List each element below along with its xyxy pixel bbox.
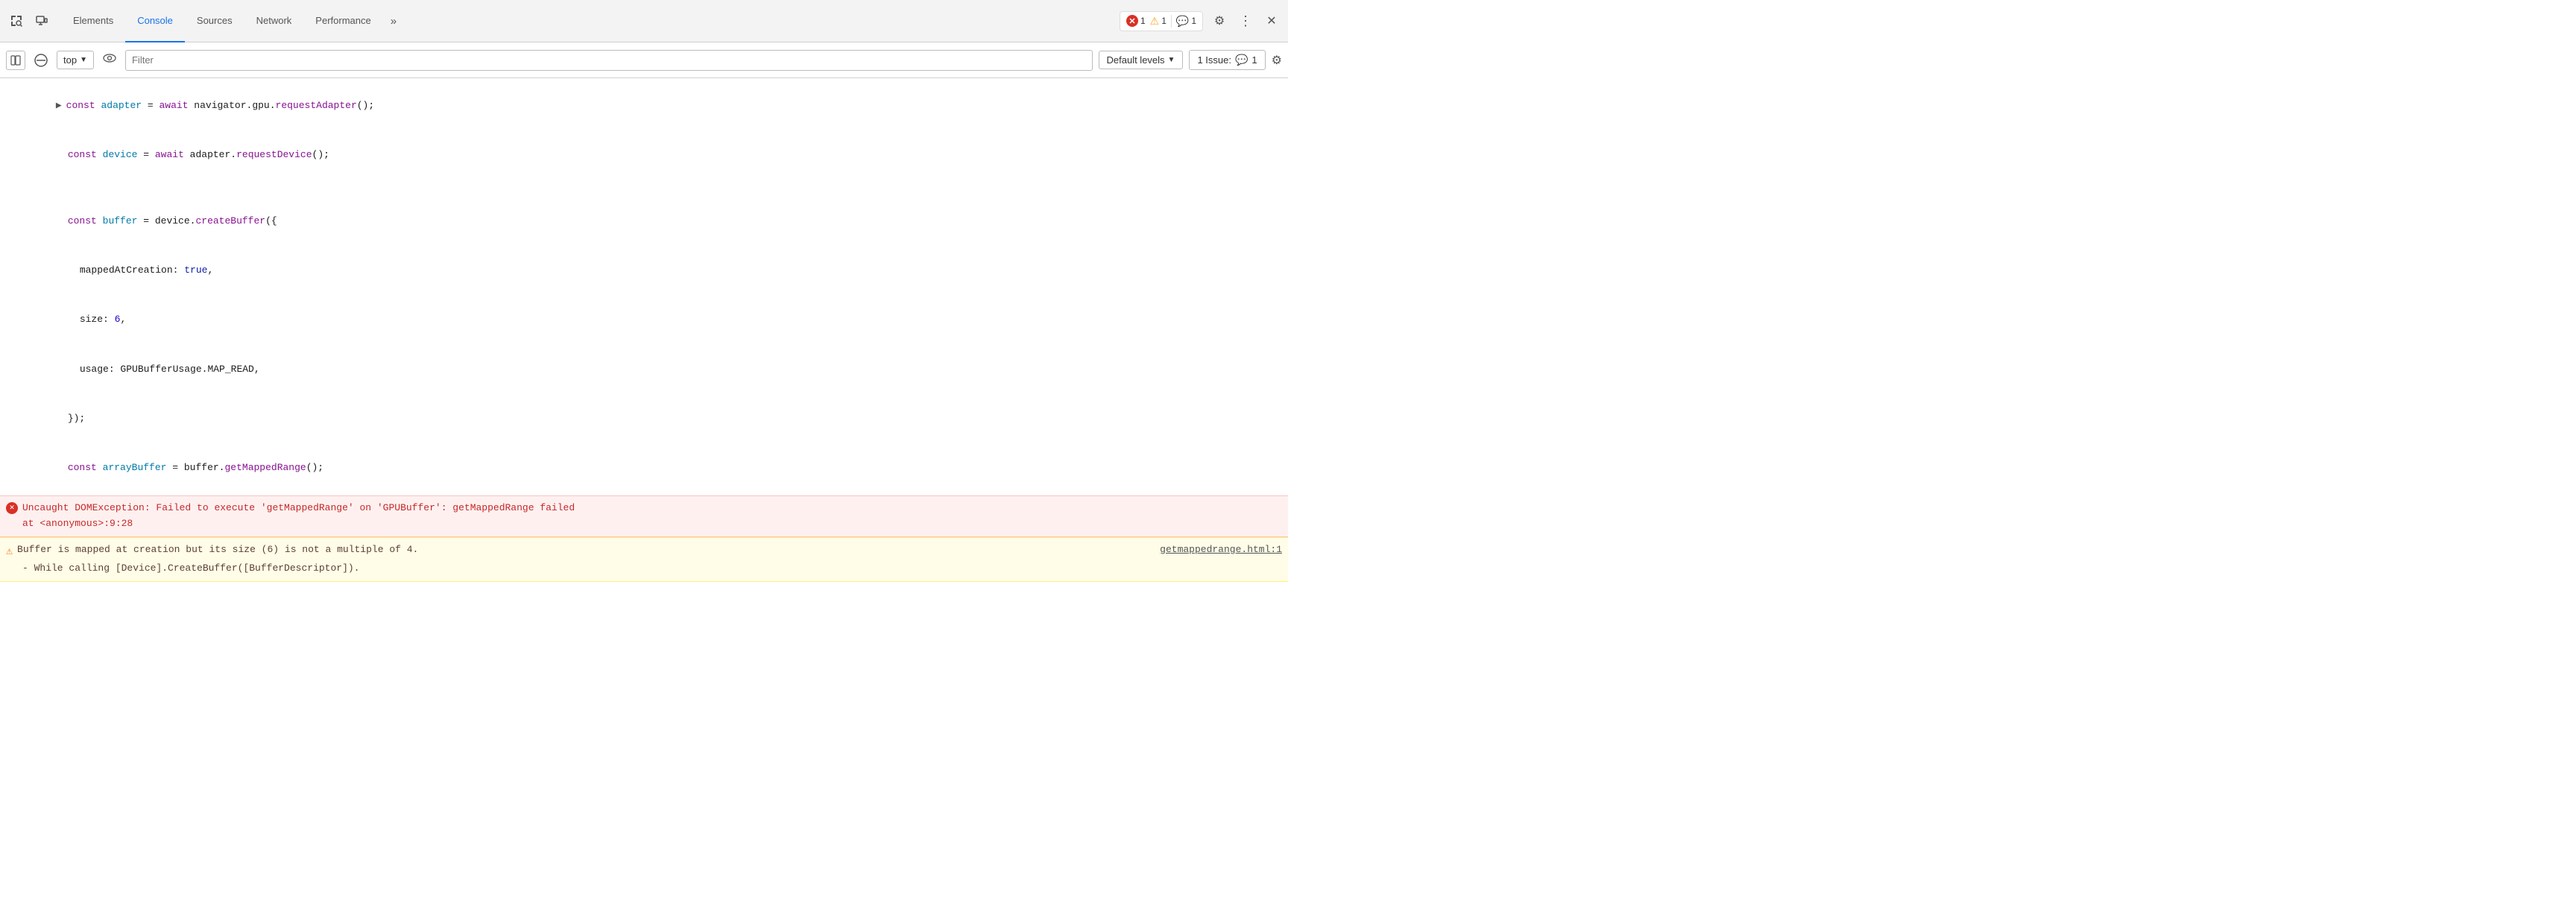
expand-arrow[interactable]: ▶ [56, 100, 62, 111]
chevron-down-icon: ▼ [1168, 56, 1175, 64]
warning-block: ⚠ Buffer is mapped at creation but its s… [0, 537, 1288, 582]
warn-line: ⚠ Buffer is mapped at creation but its s… [6, 542, 1282, 561]
info-icon: 💬 [1176, 15, 1189, 28]
close-icon[interactable]: ✕ [1261, 10, 1282, 31]
live-expressions-button[interactable] [100, 50, 119, 70]
devtools-icons [6, 10, 52, 31]
info-badge: 💬 1 [1171, 15, 1196, 28]
warn-triangle-icon: ⚠ [6, 543, 13, 561]
issue-info-icon: 💬 [1235, 54, 1248, 66]
tab-performance[interactable]: Performance [303, 0, 382, 42]
tab-console[interactable]: Console [125, 0, 185, 42]
error-warning-badge[interactable]: ✕ 1 ⚠ 1 💬 1 [1120, 11, 1203, 31]
console-output: ▶const adapter = await navigator.gpu.req… [0, 78, 1288, 582]
error-badge: ✕ 1 [1126, 15, 1146, 27]
tab-sources[interactable]: Sources [185, 0, 244, 42]
error-location: at <anonymous>:9:28 [22, 516, 1282, 532]
console-line-8: const arrayBuffer = buffer.getMappedRang… [21, 443, 1282, 492]
console-line-2: const device = await adapter.requestDevi… [21, 130, 1282, 180]
error-line: ✕ Uncaught DOMException: Failed to execu… [6, 501, 1282, 516]
clear-console-button[interactable] [31, 51, 51, 70]
warn-badge: ⚠ 1 [1150, 15, 1167, 28]
error-message: Uncaught DOMException: Failed to execute… [22, 501, 575, 516]
tab-network[interactable]: Network [244, 0, 304, 42]
console-settings-icon[interactable]: ⚙ [1272, 53, 1282, 68]
console-line-7: }); [21, 394, 1282, 443]
code-block: ▶const adapter = await navigator.gpu.req… [0, 78, 1288, 495]
filter-input[interactable] [125, 50, 1093, 71]
settings-icon[interactable]: ⚙ [1209, 10, 1230, 31]
top-toolbar: Elements Console Sources Network Perform… [0, 0, 1288, 42]
console-blank-line [21, 180, 1282, 197]
console-line-6: usage: GPUBufferUsage.MAP_READ, [21, 345, 1282, 394]
issues-badge[interactable]: 1 Issue: 💬 1 [1189, 50, 1265, 70]
warn-icon: ⚠ [1150, 15, 1160, 28]
error-block: ✕ Uncaught DOMException: Failed to execu… [0, 495, 1288, 537]
warn-source-link[interactable]: getmappedrange.html:1 [1160, 542, 1282, 558]
tab-elements[interactable]: Elements [61, 0, 125, 42]
more-options-icon[interactable]: ⋮ [1236, 13, 1255, 29]
console-line-1: ▶const adapter = await navigator.gpu.req… [21, 81, 1282, 130]
error-icon: ✕ [6, 502, 18, 514]
console-line-4: mappedAtCreation: true, [21, 246, 1282, 295]
chevron-down-icon: ▼ [80, 56, 87, 64]
context-selector[interactable]: top ▼ [57, 51, 94, 69]
console-line-5: size: 6, [21, 295, 1282, 344]
warn-message: Buffer is mapped at creation but its siz… [17, 542, 1155, 558]
inspect-element-icon[interactable] [6, 10, 27, 31]
toolbar-right: ✕ 1 ⚠ 1 💬 1 ⚙ ⋮ ✕ [1120, 10, 1282, 31]
tab-list: Elements Console Sources Network Perform… [61, 0, 1120, 42]
device-toggle-icon[interactable] [31, 10, 52, 31]
console-toolbar: top ▼ Default levels ▼ 1 Issue: 💬 1 ⚙ [0, 42, 1288, 78]
more-tabs-button[interactable]: » [383, 9, 404, 34]
error-icon: ✕ [1126, 15, 1138, 27]
console-line-3: const buffer = device.createBuffer({ [21, 197, 1282, 246]
sidebar-toggle-button[interactable] [6, 51, 25, 70]
log-levels-dropdown[interactable]: Default levels ▼ [1099, 51, 1184, 69]
warn-sub-message: - While calling [Device].CreateBuffer([B… [22, 561, 1282, 577]
